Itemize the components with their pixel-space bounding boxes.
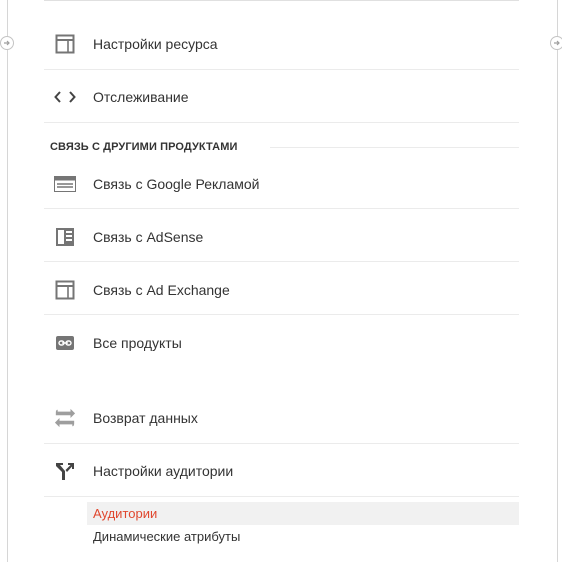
data-return-icon (54, 407, 76, 429)
google-ads-icon (54, 173, 76, 195)
divider (44, 122, 519, 123)
left-column-border (7, 0, 8, 562)
menu-item-label: Связь с Ad Exchange (93, 281, 230, 298)
property-settings-icon (54, 33, 76, 55)
expand-arrow-icon[interactable] (550, 36, 562, 50)
expand-arrow-icon[interactable] (0, 36, 14, 50)
divider (44, 208, 519, 209)
divider (44, 314, 519, 315)
code-brackets-icon (54, 86, 76, 108)
subitem-audiences[interactable]: Аудитории (87, 502, 519, 525)
link-icon (54, 332, 76, 354)
section-heading: СВЯЗЬ С ДРУГИМИ ПРОДУКТАМИ (50, 141, 238, 153)
menu-item-label: Настройки аудитории (93, 462, 234, 479)
right-column-border (557, 0, 558, 562)
menu-item-adsense-link[interactable]: Связь с AdSense (44, 210, 519, 263)
menu-item-label: Связь с Google Рекламой (93, 175, 260, 192)
menu-item-tracking[interactable]: Отслеживание (44, 70, 519, 123)
menu-item-audience-settings[interactable]: Настройки аудитории (44, 444, 519, 497)
menu-item-property-settings[interactable]: Настройки ресурса (44, 17, 519, 70)
section-divider (270, 147, 519, 148)
ad-exchange-icon (54, 279, 76, 301)
menu-item-label: Связь с AdSense (93, 228, 204, 245)
admin-property-panel: Настройки ресурса Отслеживание СВЯЗЬ С Д… (0, 0, 562, 562)
menu-item-label: Возврат данных (93, 409, 198, 426)
adsense-icon (54, 226, 76, 248)
menu-item-all-products[interactable]: Все продукты (44, 316, 519, 369)
menu-item-ad-exchange-link[interactable]: Связь с Ad Exchange (44, 263, 519, 316)
audience-fork-icon (54, 460, 76, 482)
divider (44, 261, 519, 262)
menu-item-label: Настройки ресурса (93, 35, 218, 52)
top-divider (44, 0, 519, 1)
menu-item-data-return[interactable]: Возврат данных (44, 391, 519, 444)
menu-item-google-ads-link[interactable]: Связь с Google Рекламой (44, 157, 519, 210)
divider (44, 496, 519, 497)
menu-item-label: Отслеживание (93, 88, 189, 105)
subitem-dynamic-attributes[interactable]: Динамические атрибуты (87, 525, 519, 548)
menu-item-label: Все продукты (93, 334, 182, 351)
